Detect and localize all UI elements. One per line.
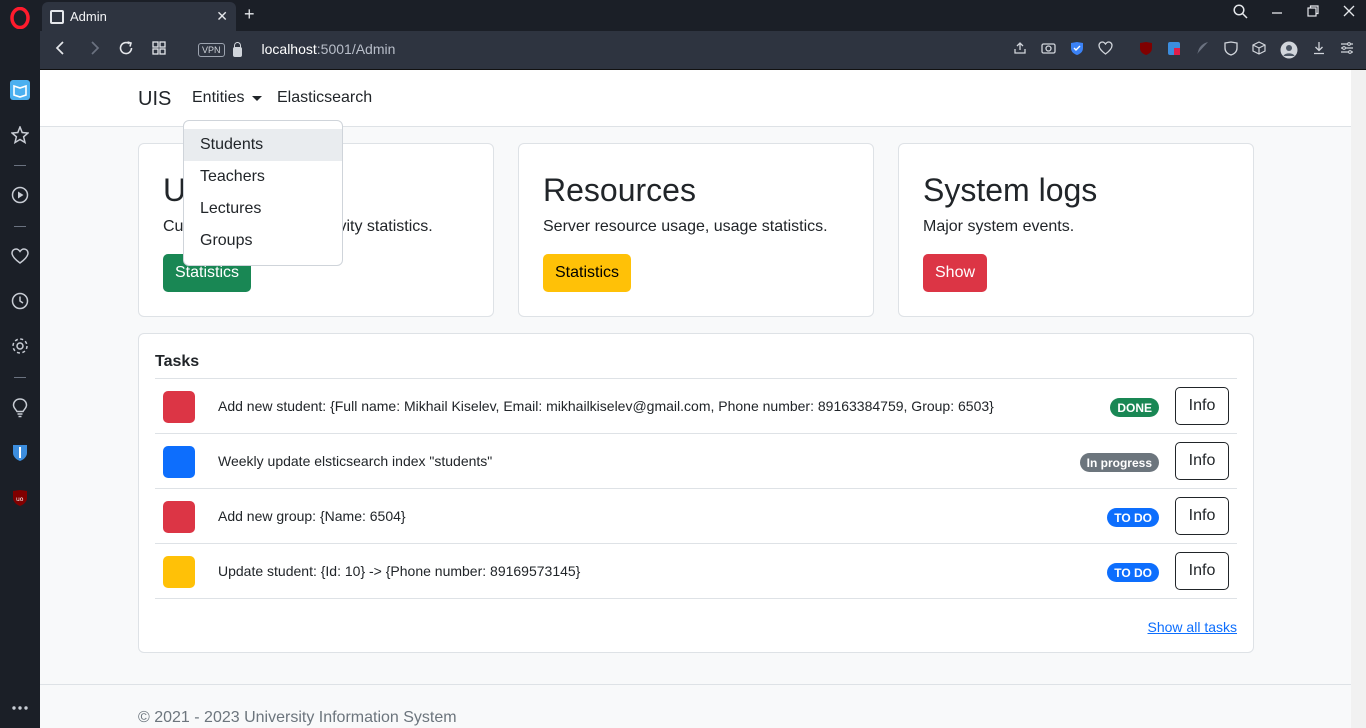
feather-extension-icon[interactable] [1195,41,1210,62]
system-logs-card-desc: Major system events. [923,218,1075,235]
bitwarden-extension-icon[interactable] [1167,41,1181,62]
dropdown-item-groups[interactable]: Groups [184,225,342,257]
footer-copyright: © 2021 - 2023 University Information Sys… [138,709,457,726]
settings-gear-icon[interactable] [8,334,32,358]
page-favicon-icon [50,9,64,24]
task-row: Add new group: {Name: 6504} TO DO Info [155,489,1237,544]
back-icon[interactable] [54,40,68,61]
url-host: localhost [261,41,317,57]
lock-icon[interactable] [232,41,242,57]
system-logs-card-title: System logs [923,172,1098,208]
nav-elasticsearch-link[interactable]: Elasticsearch [277,89,372,107]
task-status-badge: TO DO [1107,508,1159,527]
web-page: UIS Entities Elasticsearch U Cu vity stat… [40,70,1366,728]
privacy-shield-icon[interactable] [1224,41,1238,62]
nav-entities-label: Entities [192,89,245,106]
page-scrollbar[interactable] [1351,70,1366,728]
show-all-tasks-link[interactable]: Show all tasks [1148,619,1237,635]
task-row: Add new student: {Full name: Mikhail Kis… [155,379,1237,434]
entities-dropdown-menu: Students Teachers Lectures Groups [183,120,343,266]
ublock-icon[interactable]: uo [8,486,32,510]
caret-down-icon [252,95,263,101]
task-info-button[interactable]: Info [1175,552,1229,590]
nav-entities-dropdown-toggle[interactable]: Entities [192,89,263,107]
easy-setup-menu-icon[interactable] [1340,41,1354,62]
window-controls [1233,4,1356,23]
task-info-button[interactable]: Info [1175,442,1229,480]
tasks-list: Add new student: {Full name: Mikhail Kis… [155,378,1237,599]
tab-close-icon[interactable]: ✕ [216,8,228,25]
address-bar-actions [1013,41,1354,62]
dropdown-item-teachers[interactable]: Teachers [184,161,342,193]
users-card-desc-start: Cu [163,218,184,235]
share-icon[interactable] [1013,41,1027,62]
heart-icon[interactable] [8,244,32,268]
system-logs-card: System logs Major system events. Show [898,143,1254,317]
task-row: Update student: {Id: 10} -> {Phone numbe… [155,544,1237,599]
task-status-badge: In progress [1079,453,1159,472]
lightbulb-icon[interactable] [8,396,32,420]
close-window-icon[interactable] [1342,4,1356,23]
bookmark-heart-icon[interactable] [1098,41,1113,62]
more-options-icon[interactable] [8,696,32,720]
task-color-swatch [163,391,195,423]
cube-extension-icon[interactable] [1252,41,1266,62]
task-color-swatch [163,501,195,533]
tasks-card: Tasks Add new student: {Full name: Mikha… [138,333,1254,653]
profile-avatar-icon[interactable] [1280,41,1298,62]
site-navbar: UIS Entities Elasticsearch [40,70,1351,127]
adblock-shield-icon[interactable] [1070,41,1084,62]
reload-icon[interactable] [118,40,134,61]
reader-icon[interactable] [8,78,32,102]
sidebar-divider [14,226,26,227]
url-path: :5001/Admin [316,41,396,57]
task-info-button[interactable]: Info [1175,387,1229,425]
sidebar-divider [14,165,26,166]
opera-logo-icon[interactable] [8,6,32,30]
forward-icon[interactable] [87,40,101,61]
downloads-icon[interactable] [1312,41,1326,62]
task-row: Weekly update elsticsearch index "studen… [155,434,1237,489]
tab-title: Admin [70,9,107,24]
opera-sidebar: uo [0,0,40,728]
new-tab-icon[interactable]: + [244,4,255,25]
task-color-swatch [163,556,195,588]
address-bar: VPN localhost:5001/Admin [40,31,1366,70]
task-info-button[interactable]: Info [1175,497,1229,535]
users-card-desc-end: vity statistics. [338,218,433,235]
minimize-icon[interactable] [1270,4,1284,23]
vpn-badge[interactable]: VPN [198,43,225,57]
tab-grid-icon[interactable] [151,40,167,61]
dropdown-item-students[interactable]: Students [184,129,342,161]
task-color-swatch [163,446,195,478]
bitwarden-icon[interactable] [8,441,32,465]
task-text: Add new student: {Full name: Mikhail Kis… [218,398,994,414]
player-icon[interactable] [8,183,32,207]
url-field[interactable]: VPN localhost:5001/Admin [198,39,395,61]
page-footer: © 2021 - 2023 University Information Sys… [40,684,1351,728]
tab-bar: Admin ✕ + [40,0,1366,31]
system-logs-show-button[interactable]: Show [923,254,988,292]
history-icon[interactable] [8,289,32,313]
task-text: Update student: {Id: 10} -> {Phone numbe… [218,563,581,579]
resources-card: Resources Server resource usage, usage s… [518,143,874,317]
star-icon[interactable] [8,123,32,147]
task-text: Weekly update elsticsearch index "studen… [218,453,493,469]
tasks-title: Tasks [155,353,200,370]
task-status-badge: DONE [1110,398,1159,417]
restore-icon[interactable] [1306,4,1320,23]
tab-admin[interactable]: Admin ✕ [42,2,236,31]
svg-text:uo: uo [16,496,24,503]
resources-card-title: Resources [543,172,696,208]
search-tabs-icon[interactable] [1233,4,1248,23]
resources-card-desc: Server resource usage, usage statistics. [543,218,828,235]
snapshot-camera-icon[interactable] [1041,41,1056,62]
navbar-brand[interactable]: UIS [138,88,171,111]
task-text: Add new group: {Name: 6504} [218,508,406,524]
ublock-extension-icon[interactable] [1139,41,1153,62]
resources-statistics-button[interactable]: Statistics [543,254,632,292]
task-status-badge: TO DO [1107,563,1159,582]
sidebar-divider [14,377,26,378]
dropdown-item-lectures[interactable]: Lectures [184,193,342,225]
